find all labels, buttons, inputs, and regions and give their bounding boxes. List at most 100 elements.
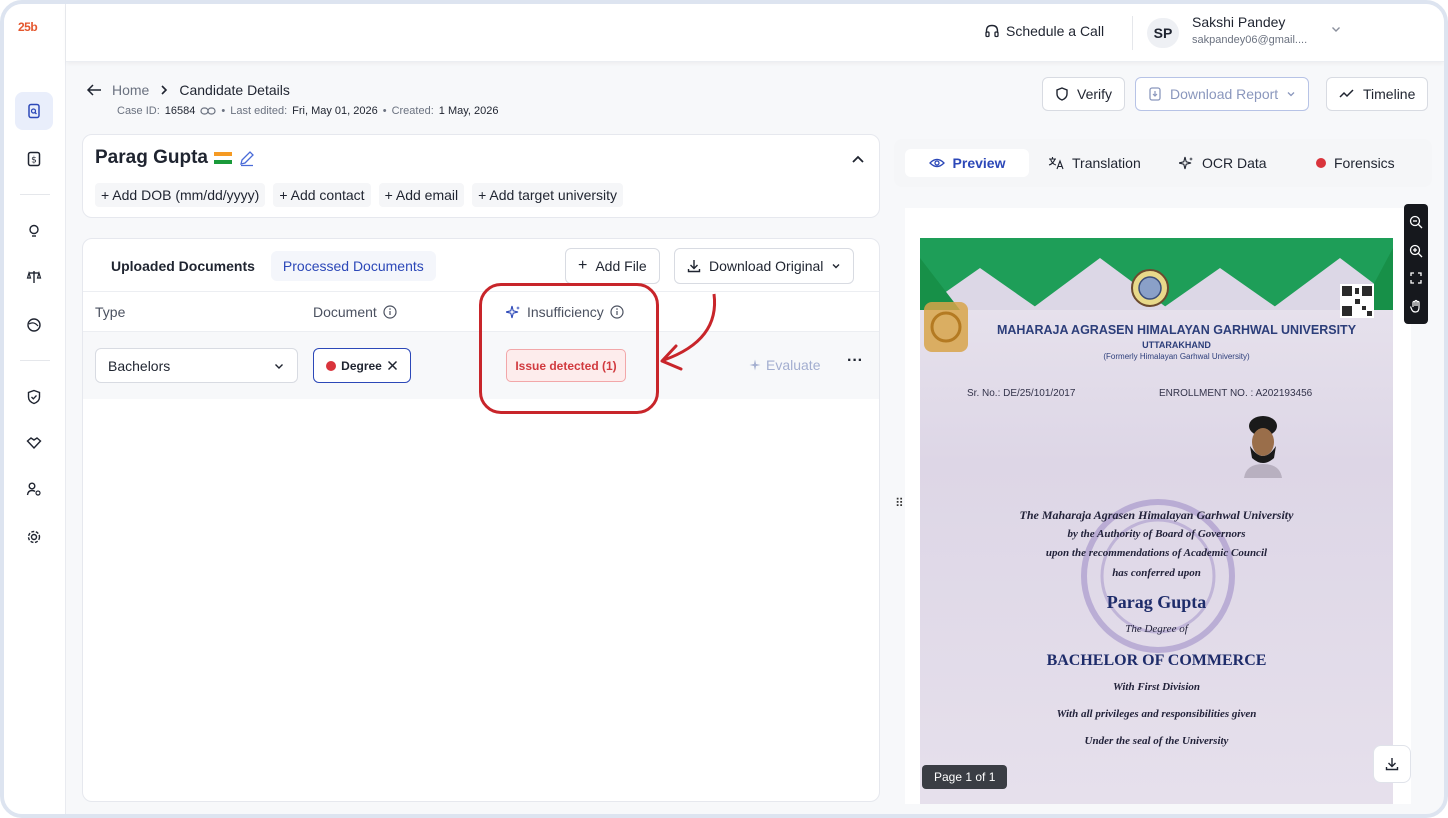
eye-icon: [928, 158, 945, 168]
timeline-label: Timeline: [1363, 86, 1416, 102]
candidate-name-row: Parag Gupta: [95, 147, 256, 169]
pencil-edit-icon[interactable]: [238, 149, 256, 167]
breadcrumb-current: Candidate Details: [179, 82, 290, 98]
certificate-degree: BACHELOR OF COMMERCE: [1046, 652, 1267, 669]
pan-hand-icon[interactable]: [1409, 299, 1423, 313]
tab-uploaded-documents[interactable]: Uploaded Documents: [99, 251, 267, 281]
translate-icon: [1048, 157, 1064, 170]
plus-icon: +: [578, 257, 588, 274]
zoom-in-icon[interactable]: [1409, 244, 1423, 258]
tab-ocr-data[interactable]: OCR Data: [1179, 149, 1267, 177]
preview-tabs: Preview Translation OCR Data Forensics: [894, 139, 1432, 187]
download-original-button[interactable]: Download Original: [674, 248, 855, 284]
verify-button[interactable]: Verify: [1042, 77, 1126, 111]
case-id: 16584: [164, 105, 196, 117]
sidebar-divider: [20, 194, 50, 195]
certificate-enrollment: ENROLLMENT NO. : A202193456: [1159, 388, 1313, 399]
document-chip[interactable]: Degree: [313, 348, 411, 383]
sidebar-item-settings[interactable]: [15, 518, 53, 556]
india-flag-icon: [213, 152, 232, 164]
zoom-out-icon[interactable]: [1409, 215, 1423, 229]
certificate-division: With First Division: [1112, 681, 1200, 693]
tab-translation[interactable]: Translation: [1048, 149, 1141, 177]
file-download-icon: [1149, 87, 1161, 101]
schedule-call-button[interactable]: Schedule a Call: [984, 23, 1104, 39]
app-logo[interactable]: 25b: [18, 20, 38, 34]
tab-preview[interactable]: Preview: [905, 149, 1029, 177]
viewer-toolbar: [1404, 204, 1428, 324]
candidate-card: Parag Gupta + Add DOB (mm/dd/yyyy) + Add…: [82, 134, 880, 218]
add-university-link[interactable]: + Add target university: [472, 183, 624, 207]
case-meta: Case ID: 16584 • Last edited: Fri, May 0…: [117, 105, 499, 117]
sidebar-item-users[interactable]: [15, 470, 53, 508]
scales-icon: [26, 270, 42, 283]
evaluate-button[interactable]: Evaluate: [749, 357, 820, 373]
sidebar-item-compliance[interactable]: [15, 258, 53, 296]
tab-processed-documents[interactable]: Processed Documents: [270, 251, 436, 281]
breadcrumb: Home Candidate Details: [86, 82, 290, 98]
edited-label: Last edited:: [230, 105, 288, 117]
last-edited: Fri, May 01, 2026: [292, 105, 378, 117]
certificate-line: has conferred upon: [1112, 567, 1201, 579]
chevron-right-icon: [161, 85, 168, 95]
user-email: sakpandey06@gmail....: [1192, 34, 1308, 46]
breadcrumb-home[interactable]: Home: [112, 82, 149, 98]
globe-icon: [27, 318, 41, 332]
collapse-chevron-icon[interactable]: [851, 153, 865, 165]
chevron-down-icon: [832, 264, 840, 269]
dollar-doc-icon: $: [27, 151, 41, 167]
download-icon: [687, 260, 701, 273]
sidebar-item-billing[interactable]: $: [15, 140, 53, 178]
status-dot-icon: [326, 360, 337, 371]
link-icon[interactable]: [200, 106, 216, 116]
page-indicator: Page 1 of 1: [922, 765, 1008, 789]
headset-icon: [985, 24, 999, 38]
download-report-button[interactable]: Download Report: [1135, 77, 1310, 111]
certificate-line: upon the recommendations of Academic Cou…: [1045, 547, 1268, 559]
handshake-icon: [26, 437, 42, 450]
column-document: Document: [313, 304, 397, 320]
add-file-button[interactable]: + Add File: [565, 248, 660, 284]
verify-label: Verify: [1077, 86, 1113, 102]
sidebar-item-global[interactable]: [15, 306, 53, 344]
certificate-university: MAHARAJA AGRASEN HIMALAYAN GARHWAL UNIVE…: [996, 323, 1357, 337]
certificate-line: by the Authority of Board of Governors: [1067, 528, 1246, 540]
gear-icon: [27, 530, 41, 544]
download-preview-button[interactable]: [1373, 745, 1411, 783]
lightbulb-icon: [29, 224, 39, 237]
avatar[interactable]: SP: [1147, 18, 1179, 48]
document-chip-label: Degree: [341, 358, 382, 373]
more-options-button[interactable]: ···: [847, 352, 863, 370]
certificate-privileges: With all privileges and responsibilities…: [1056, 708, 1257, 720]
fit-screen-icon[interactable]: [1410, 272, 1422, 284]
document-type-select[interactable]: Bachelors: [95, 348, 298, 383]
document-tabs: Uploaded Documents Processed Documents: [99, 251, 436, 281]
tab-forensics-label: Forensics: [1334, 155, 1395, 171]
candidate-photo-icon: [1244, 416, 1282, 478]
candidate-name: Parag Gupta: [95, 147, 208, 168]
sidebar-item-partners[interactable]: [15, 424, 53, 462]
sparkle-icon: [749, 359, 761, 371]
add-contact-link[interactable]: + Add contact: [273, 183, 371, 207]
column-type-label: Type: [95, 304, 126, 320]
timeline-button[interactable]: Timeline: [1326, 77, 1429, 111]
schedule-call-label: Schedule a Call: [1006, 23, 1105, 39]
download-icon: [1385, 758, 1399, 771]
tab-forensics[interactable]: Forensics: [1316, 149, 1395, 177]
column-type: Type: [95, 304, 125, 320]
info-icon[interactable]: [383, 305, 397, 319]
certificate-serial: Sr. No.: DE/25/101/2017: [967, 388, 1076, 399]
chevron-down-icon: [275, 363, 283, 369]
user-menu-chevron-icon[interactable]: [1330, 22, 1342, 40]
add-email-link[interactable]: + Add email: [378, 183, 465, 207]
panel-resize-handle-icon[interactable]: ⠿: [895, 496, 904, 510]
topbar-divider: [1132, 16, 1133, 50]
add-dob-link[interactable]: + Add DOB (mm/dd/yyyy): [95, 183, 266, 207]
created-label: Created:: [391, 105, 434, 117]
close-icon[interactable]: [387, 360, 398, 371]
back-arrow-icon[interactable]: [86, 83, 102, 97]
sidebar-item-ideas[interactable]: [15, 212, 53, 250]
sidebar-item-documents[interactable]: [15, 92, 53, 130]
sidebar-divider: [20, 360, 50, 361]
sidebar-item-verification[interactable]: [15, 378, 53, 416]
